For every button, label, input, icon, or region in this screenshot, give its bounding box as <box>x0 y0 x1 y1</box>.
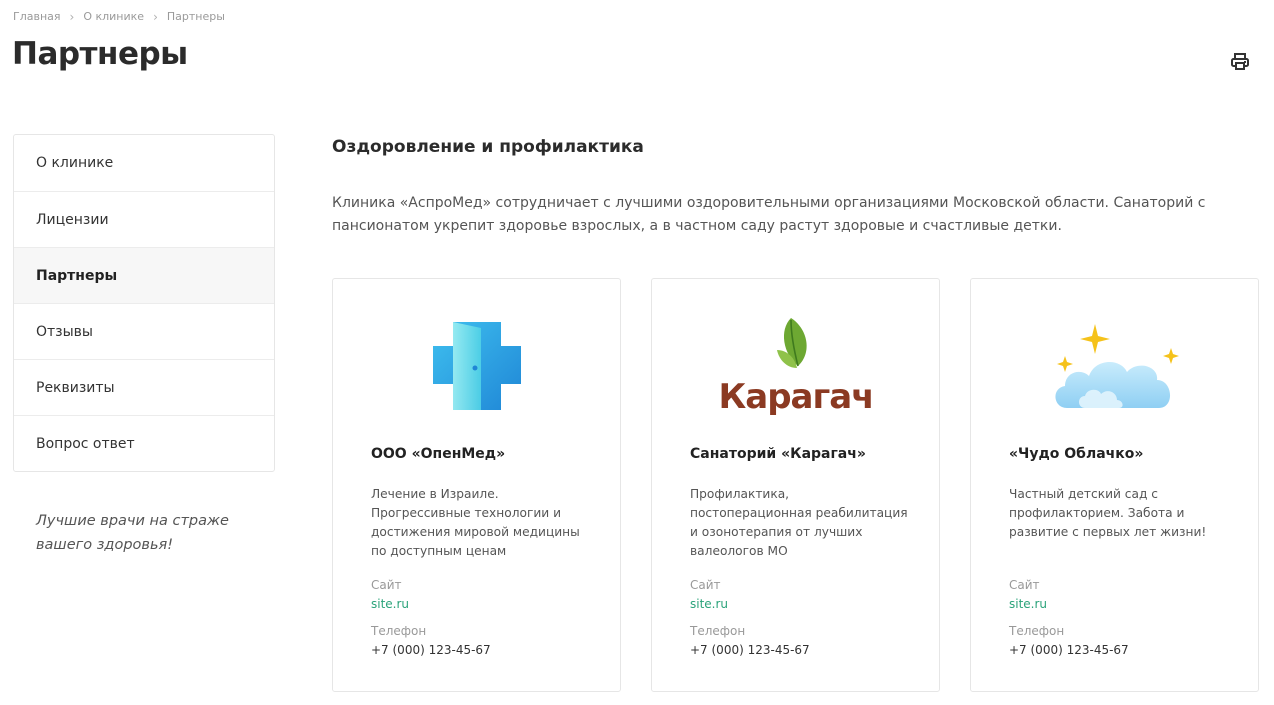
phone-value: +7 (000) 123-45-67 <box>1009 643 1129 657</box>
cloud-stars-icon <box>1054 324 1179 408</box>
phone-label: Телефон <box>690 624 746 638</box>
medical-cross-door-icon <box>432 322 521 410</box>
section-title: Оздоровление и профилактика <box>332 137 644 157</box>
partner-logo <box>971 311 1258 421</box>
sidebar-item-requisites[interactable]: Реквизиты <box>14 359 274 415</box>
breadcrumb-home[interactable]: Главная <box>13 10 61 23</box>
partners-page: Главная › О клинике › Партнеры Партнеры … <box>0 0 1274 705</box>
page-title: Партнеры <box>12 36 188 72</box>
site-link[interactable]: site.ru <box>1009 597 1047 611</box>
partner-description: Лечение в Израиле. Прогрессивные техноло… <box>371 487 580 558</box>
phone-value: +7 (000) 123-45-67 <box>371 643 491 657</box>
breadcrumb: Главная › О клинике › Партнеры <box>13 10 225 23</box>
section-intro: Клиника «АспроМед» сотрудничает с лучшим… <box>332 195 1206 234</box>
print-button[interactable] <box>1230 52 1250 72</box>
phone-value: +7 (000) 123-45-67 <box>690 643 810 657</box>
partner-cards: ООО «ОпенМед» Лечение в Израиле. Прогрес… <box>332 278 1259 692</box>
site-label: Сайт <box>371 578 402 592</box>
partner-logo <box>333 311 620 421</box>
breadcrumb-about[interactable]: О клинике <box>83 10 144 23</box>
partner-name: ООО «ОпенМед» <box>371 446 506 462</box>
partner-card[interactable]: Карагач Санаторий «Карагач» Профилактика… <box>651 278 940 692</box>
slogan: Лучшие врачи на страже вашего здоровья! <box>36 513 229 553</box>
site-label: Сайт <box>1009 578 1040 592</box>
sidebar-item-reviews[interactable]: Отзывы <box>14 303 274 359</box>
partner-description: Частный детский сад с профилакторием. За… <box>1009 487 1207 539</box>
partner-logo: Карагач <box>652 311 939 421</box>
karagach-logo-text: Карагач <box>721 377 871 417</box>
phone-label: Телефон <box>371 624 427 638</box>
chevron-right-icon: › <box>69 9 75 24</box>
breadcrumb-current: Партнеры <box>166 10 225 23</box>
sidebar-menu: О клинике Лицензии Партнеры Отзывы Рекви… <box>13 134 275 472</box>
partner-card[interactable]: ООО «ОпенМед» Лечение в Израиле. Прогрес… <box>332 278 621 692</box>
site-label: Сайт <box>690 578 721 592</box>
sidebar-item-about[interactable]: О клинике <box>14 135 274 191</box>
site-link[interactable]: site.ru <box>371 597 409 611</box>
site-link[interactable]: site.ru <box>690 597 728 611</box>
leaf-icon <box>776 318 807 368</box>
phone-label: Телефон <box>1009 624 1065 638</box>
sidebar-item-licenses[interactable]: Лицензии <box>14 191 274 247</box>
partner-description: Профилактика, постоперационная реабилита… <box>690 487 908 558</box>
sidebar-item-faq[interactable]: Вопрос ответ <box>14 415 274 471</box>
karagach-logo: Карагач <box>721 318 871 417</box>
partner-name: Санаторий «Карагач» <box>690 446 866 462</box>
sidebar-item-partners[interactable]: Партнеры <box>14 247 274 303</box>
partner-card[interactable]: «Чудо Облачко» Частный детский сад с про… <box>970 278 1259 692</box>
partner-name: «Чудо Облачко» <box>1009 446 1144 462</box>
printer-icon <box>1231 53 1249 70</box>
chevron-right-icon: › <box>153 9 158 24</box>
